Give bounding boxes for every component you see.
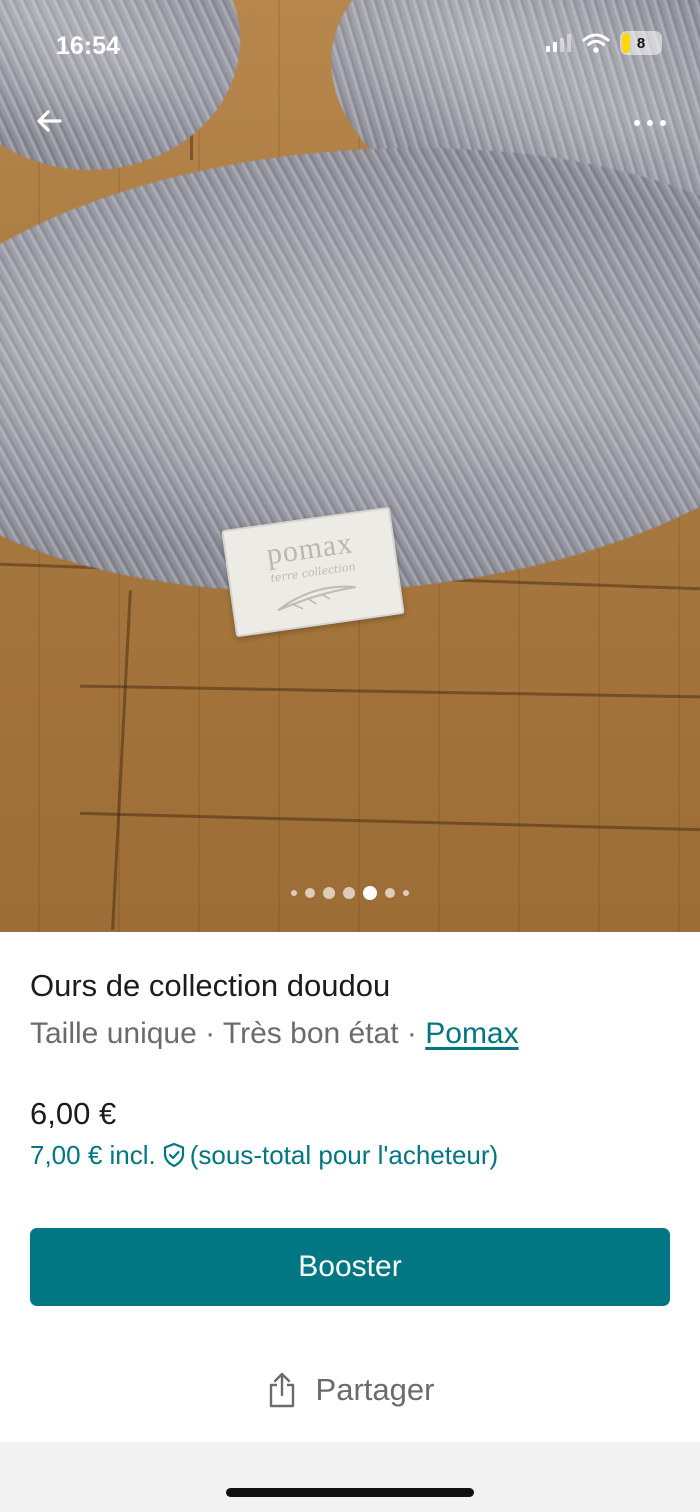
brand-label-tag: pomax terre collection <box>221 506 405 638</box>
share-label: Partager <box>315 1372 435 1407</box>
signal-icon <box>546 34 571 52</box>
brand-link[interactable]: Pomax <box>425 1017 518 1050</box>
shield-check-icon <box>162 1142 186 1168</box>
arrow-left-icon <box>37 110 62 132</box>
gallery-pagination <box>0 886 700 900</box>
pagination-dot[interactable] <box>385 888 395 898</box>
buyer-price-info[interactable]: 7,00 € incl. (sous-total pour l'acheteur… <box>30 1138 670 1172</box>
battery-icon: 8 <box>620 31 662 55</box>
buyer-price: 7,00 € incl. <box>30 1140 156 1170</box>
bottom-bar <box>0 1442 700 1512</box>
item-attributes: Taille unique · Très bon état · Pomax <box>30 1014 670 1054</box>
back-button[interactable] <box>30 101 70 141</box>
feather-icon <box>277 585 356 611</box>
pagination-dot[interactable] <box>403 890 409 896</box>
item-condition: Très bon état <box>222 1017 399 1050</box>
status-bar: 16:54 8 <box>0 0 700 90</box>
item-size: Taille unique <box>30 1017 197 1050</box>
floor-line <box>111 590 132 930</box>
more-options-button[interactable] <box>630 108 670 138</box>
item-details: Ours de collection doudou Taille unique … <box>30 932 670 1172</box>
battery-level: 8 <box>636 34 646 52</box>
item-photo[interactable]: pomax terre collection <box>0 0 700 932</box>
wifi-icon <box>582 33 610 53</box>
separator: · <box>196 1017 223 1050</box>
pagination-dot[interactable] <box>343 887 355 899</box>
item-detail-screen: pomax terre collection 16:54 8 Ours de c… <box>0 0 700 1512</box>
item-price: 6,00 € <box>30 1096 117 1131</box>
share-button[interactable]: Partager <box>0 1360 700 1420</box>
status-icons: 8 <box>546 31 662 55</box>
ellipsis-icon <box>634 120 666 126</box>
pagination-dot[interactable] <box>291 890 297 896</box>
separator: · <box>398 1017 426 1050</box>
floor-line <box>80 684 700 699</box>
buyer-price-note: (sous-total pour l'acheteur) <box>189 1140 499 1170</box>
booster-button[interactable]: Booster <box>30 1228 670 1306</box>
home-indicator[interactable] <box>226 1488 474 1497</box>
share-icon <box>269 1372 294 1408</box>
pagination-dot[interactable] <box>305 888 315 898</box>
pagination-dot[interactable] <box>323 887 335 899</box>
item-title: Ours de collection doudou <box>30 968 391 1003</box>
floor-line <box>80 811 700 832</box>
pagination-dot-active[interactable] <box>363 886 377 900</box>
status-time: 16:54 <box>56 32 120 60</box>
